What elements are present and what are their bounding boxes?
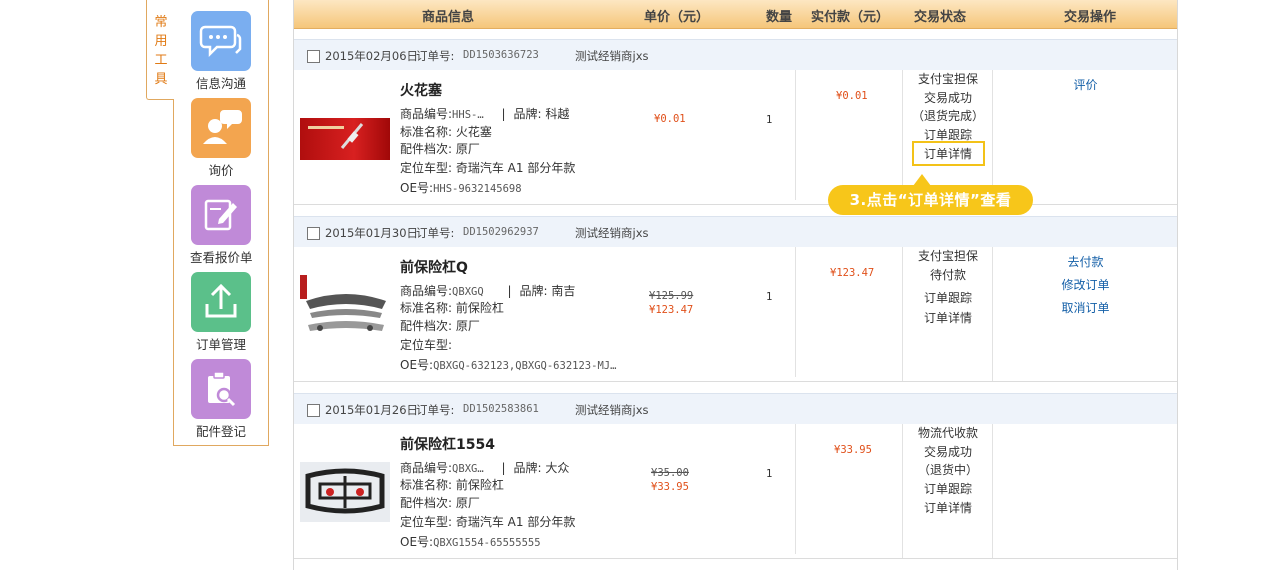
order-checkbox[interactable] xyxy=(307,50,320,63)
product-image[interactable] xyxy=(300,462,390,522)
tool-orders[interactable]: 订单管理 xyxy=(190,272,252,353)
review-link[interactable]: 评价 xyxy=(994,74,1177,97)
order-header: 2015年01月26日 订单号: DD1502583861 测试经销商jxs xyxy=(294,393,1177,424)
order-body: 前保险杠Q 商品编号:QBXGQ | 品牌: 南吉 标准名称: 前保险杠 配件档次… xyxy=(294,247,1177,382)
product-vehicle: 定位车型: 奇瑞汽车 A1 部分年款 xyxy=(400,515,576,529)
product-oe: OE号:QBXGQ-632123,QBXGQ-632123-MJ… xyxy=(400,358,617,372)
order-no: DD1503636723 xyxy=(463,49,539,61)
product-std-name: 标准名称: 前保险杠 xyxy=(400,301,504,315)
tool-message-label: 信息沟通 xyxy=(195,76,246,91)
tool-parts-register-label: 配件登记 xyxy=(195,424,246,439)
clipboard-search-icon xyxy=(191,359,251,419)
edit-icon xyxy=(191,185,251,245)
paid-amount: ¥0.01 xyxy=(836,90,868,102)
product-code-brand: 商品编号:QBXGQ | 品牌: 南吉 xyxy=(400,284,576,298)
order-no: DD1502583861 xyxy=(463,403,539,415)
header-status: 交易状态 xyxy=(914,10,967,25)
original-price: ¥35.00 xyxy=(651,467,689,479)
product-oe: OE号:QBXG1554-65555555 xyxy=(400,535,541,549)
product-grade: 配件档次: 原厂 xyxy=(400,142,480,156)
dealer-name: 测试经销商jxs xyxy=(575,226,649,240)
product-std-name: 标准名称: 火花塞 xyxy=(400,125,492,139)
order-header: 2015年01月30日 订单号: DD1502962937 测试经销商jxs xyxy=(294,216,1177,247)
unit-price: ¥33.95 xyxy=(651,481,689,493)
header-paid: 实付款（元） xyxy=(811,10,890,25)
tool-inquiry-label: 询价 xyxy=(208,163,234,178)
header-actions: 交易操作 xyxy=(1064,10,1117,25)
tool-quotation-label: 查看报价单 xyxy=(190,250,253,265)
order-status: 支付宝担保 待付款 订单跟踪 订单详情 xyxy=(904,247,992,327)
order-actions: 评价 xyxy=(994,74,1177,97)
product-code-brand: 商品编号:HHS-… | 品牌: 科越 xyxy=(400,107,570,121)
pay-link[interactable]: 去付款 xyxy=(994,251,1177,274)
modify-order-link[interactable]: 修改订单 xyxy=(994,274,1177,297)
inquiry-icon xyxy=(191,98,251,158)
order-no: DD1502962937 xyxy=(463,226,539,238)
paid-amount: ¥123.47 xyxy=(830,267,875,279)
quantity: 1 xyxy=(766,468,773,480)
quantity: 1 xyxy=(766,291,773,303)
order-no-label: 订单号: xyxy=(416,226,455,240)
upload-icon xyxy=(191,272,251,332)
unit-price: ¥123.47 xyxy=(649,304,694,316)
header-qty: 数量 xyxy=(766,10,793,25)
callout-instruction: 3.点击“订单详情”查看 xyxy=(828,185,1033,215)
order-track-link[interactable]: 订单跟踪 xyxy=(904,480,992,499)
paid-amount: ¥33.95 xyxy=(834,444,872,456)
order-detail-link[interactable]: 订单详情 xyxy=(904,499,992,518)
cancel-order-link[interactable]: 取消订单 xyxy=(994,297,1177,320)
table-header: 商品信息 单价（元） 数量 实付款（元） 交易状态 交易操作 xyxy=(294,0,1177,29)
order-actions: 去付款 修改订单 取消订单 xyxy=(994,251,1177,320)
order-status: 物流代收款 交易成功 （退货中） 订单跟踪 订单详情 xyxy=(904,424,992,518)
dealer-name: 测试经销商jxs xyxy=(575,403,649,417)
product-name[interactable]: 前保险杠1554 xyxy=(400,434,495,454)
order-header: 2015年02月06日 订单号: DD1503636723 测试经销商jxs xyxy=(294,39,1177,70)
product-std-name: 标准名称: 前保险杠 xyxy=(400,478,504,492)
tool-parts-register[interactable]: 配件登记 xyxy=(190,359,252,440)
order-detail-link[interactable]: 订单详情 xyxy=(904,309,992,328)
tool-orders-label: 订单管理 xyxy=(195,337,246,352)
order-date: 2015年02月06日 xyxy=(325,49,419,63)
original-price: ¥125.99 xyxy=(649,290,694,302)
dealer-name: 测试经销商jxs xyxy=(575,49,649,63)
tools-tab-label: 常用工具 xyxy=(154,15,168,87)
tools-tab: 常用工具 xyxy=(146,0,173,100)
product-name[interactable]: 火花塞 xyxy=(400,80,442,100)
order-checkbox[interactable] xyxy=(307,227,320,240)
tool-message[interactable]: 信息沟通 xyxy=(190,11,252,92)
tool-inquiry[interactable]: 询价 xyxy=(190,98,252,179)
unit-price: ¥0.01 xyxy=(654,113,686,125)
header-unit-price: 单价（元） xyxy=(644,10,710,25)
chat-icon xyxy=(191,11,251,71)
order-body: 火花塞 商品编号:HHS-… | 品牌: 科越 标准名称: 火花塞 配件档次: 原… xyxy=(294,70,1177,205)
order-no-label: 订单号: xyxy=(416,403,455,417)
tool-quotation[interactable]: 查看报价单 xyxy=(190,185,253,266)
order-date: 2015年01月30日 xyxy=(325,226,419,240)
product-image[interactable] xyxy=(300,273,390,337)
order-no-label: 订单号: xyxy=(416,49,455,63)
order-date: 2015年01月26日 xyxy=(325,403,419,417)
product-grade: 配件档次: 原厂 xyxy=(400,496,480,510)
product-name[interactable]: 前保险杠Q xyxy=(400,257,468,277)
order-detail-highlight xyxy=(912,141,985,166)
header-product: 商品信息 xyxy=(422,10,475,25)
product-image[interactable] xyxy=(300,118,390,160)
product-grade: 配件档次: 原厂 xyxy=(400,319,480,333)
product-code-brand: 商品编号:QBXG… | 品牌: 大众 xyxy=(400,461,570,475)
product-oe: OE号:HHS-9632145698 xyxy=(400,181,522,195)
order-body: 前保险杠1554 商品编号:QBXG… | 品牌: 大众 标准名称: 前保险杠 配… xyxy=(294,424,1177,559)
quantity: 1 xyxy=(766,114,773,126)
order-track-link[interactable]: 订单跟踪 xyxy=(904,289,992,308)
product-vehicle: 定位车型: 奇瑞汽车 A1 部分年款 xyxy=(400,161,576,175)
order-checkbox[interactable] xyxy=(307,404,320,417)
product-vehicle: 定位车型: xyxy=(400,338,453,352)
